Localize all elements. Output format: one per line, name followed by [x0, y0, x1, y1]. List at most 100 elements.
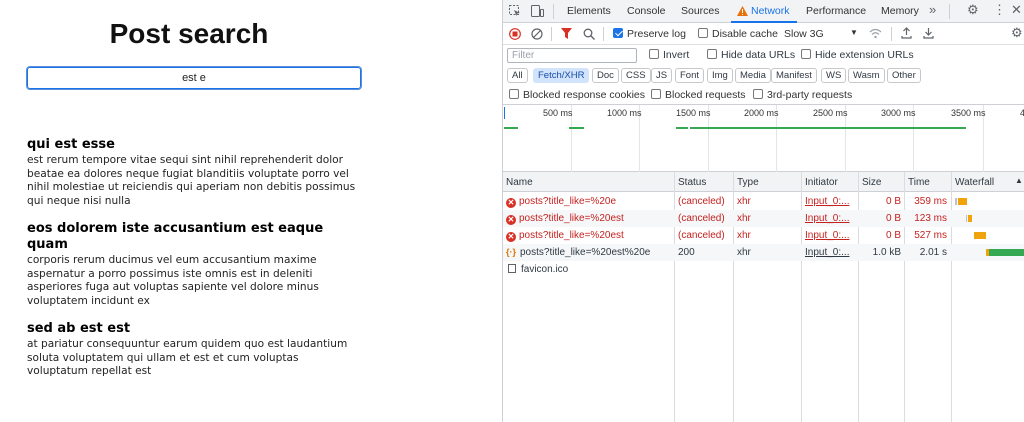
tab-memory[interactable]: Memory	[881, 5, 919, 17]
initiator-link[interactable]: Input_0:...	[805, 193, 849, 210]
request-row[interactable]: {·} posts?title_like=%20est%20e 200 xhr I…	[503, 244, 1024, 261]
type-chip-other[interactable]: Other	[887, 68, 921, 83]
devtools-tabbar: Elements Console Sources Network Perform…	[503, 0, 1024, 23]
chevron-down-icon: ▼	[850, 28, 858, 37]
request-row[interactable]: ✕ posts?title_like=%20est (canceled) xhr …	[503, 210, 1024, 227]
request-row[interactable]: ✕ posts?title_like=%20est (canceled) xhr …	[503, 227, 1024, 244]
timeline-bar	[676, 127, 688, 129]
page-title: Post search	[109, 18, 269, 49]
search-icon[interactable]	[583, 28, 595, 42]
waterfall-bar	[958, 198, 967, 205]
timeline-tick: 2500 ms	[813, 108, 848, 118]
disable-cache-checkbox[interactable]: Disable cache	[698, 28, 778, 40]
waterfall-bar	[968, 215, 972, 222]
error-icon: ✕	[506, 232, 516, 242]
type-chip-media[interactable]: Media	[735, 68, 771, 83]
blocked-requests-checkbox[interactable]: Blocked requests	[651, 89, 746, 101]
hide-data-urls-checkbox[interactable]: Hide data URLs	[707, 49, 795, 61]
timeline-overview[interactable]: 500 ms 1000 ms 1500 ms 2000 ms 2500 ms 3…	[503, 105, 1024, 172]
timeline-tick: 3500 ms	[951, 108, 986, 118]
post-item: sed ab est est at pariatur consequuntur …	[27, 321, 357, 379]
request-row[interactable]: ✕ posts?title_like=%20e (canceled) xhr In…	[503, 193, 1024, 210]
post-title: sed ab est est	[27, 321, 131, 336]
timeline-tick: 2000 ms	[744, 108, 779, 118]
post-title: qui est esse	[27, 137, 115, 152]
more-tabs-icon[interactable]: »	[929, 3, 936, 16]
tab-sources[interactable]: Sources	[681, 5, 720, 17]
filter-bar: Filter Invert Hide data URLs Hide extens…	[503, 45, 1024, 65]
sort-up-icon[interactable]: ▲	[1015, 176, 1023, 185]
request-row[interactable]: favicon.ico	[503, 261, 1024, 278]
post-item: qui est esse est rerum tempore vitae seq…	[27, 137, 357, 208]
tab-elements[interactable]: Elements	[567, 5, 611, 17]
type-filter-bar: All Fetch/XHR Doc CSS JS Font Img Media …	[503, 66, 1024, 86]
initiator-link[interactable]: Input_0:...	[805, 244, 849, 261]
column-status[interactable]: Status	[678, 177, 706, 188]
download-icon[interactable]	[923, 27, 934, 41]
gear-icon[interactable]: ⚙	[967, 3, 979, 16]
initiator-link[interactable]: Input_0:...	[805, 210, 849, 227]
invert-checkbox[interactable]: Invert	[649, 49, 689, 61]
xhr-icon: {·}	[506, 247, 517, 257]
post-item: eos dolorem iste accusantium est eaque q…	[27, 221, 357, 308]
column-initiator[interactable]: Initiator	[805, 177, 838, 188]
timeline-cursor	[504, 107, 505, 119]
type-chip-doc[interactable]: Doc	[592, 68, 619, 83]
post-body: corporis rerum ducimus vel eum accusanti…	[27, 254, 319, 307]
filter-funnel-icon[interactable]	[561, 28, 572, 42]
tab-console[interactable]: Console	[627, 5, 666, 17]
tab-network[interactable]: Network	[751, 5, 790, 17]
post-search-app: Post search qui est esse est rerum tempo…	[0, 0, 502, 422]
error-icon: ✕	[506, 198, 516, 208]
type-chip-ws[interactable]: WS	[821, 68, 847, 83]
timeline-bar	[569, 127, 584, 129]
blocked-options-bar: Blocked response cookies Blocked request…	[503, 86, 1024, 105]
throttle-select[interactable]: Slow 3G ▼	[784, 28, 858, 40]
error-icon: ✕	[506, 215, 516, 225]
timeline-bar	[690, 127, 966, 129]
request-table-header: Name Status Type Initiator Size Time Wat…	[503, 172, 1024, 192]
waterfall-bar	[974, 232, 986, 239]
post-body: at pariatur consequuntur earum quidem qu…	[27, 338, 348, 377]
post-body: est rerum tempore vitae sequi sint nihil…	[27, 154, 356, 207]
timeline-tick: 3000 ms	[881, 108, 916, 118]
upload-icon[interactable]	[901, 27, 912, 41]
type-chip-css[interactable]: CSS	[621, 68, 651, 83]
record-stop-icon[interactable]	[509, 28, 521, 42]
warning-icon	[737, 6, 748, 18]
column-size[interactable]: Size	[862, 177, 881, 188]
close-icon[interactable]: ✕	[1011, 3, 1022, 16]
device-toolbar-icon[interactable]	[531, 5, 544, 19]
search-input[interactable]	[26, 66, 362, 90]
clear-icon[interactable]	[531, 28, 543, 42]
network-toolbar: Preserve log Disable cache Slow 3G ▼ ⚙	[503, 23, 1024, 45]
type-chip-js[interactable]: JS	[651, 68, 673, 83]
post-title: eos dolorem iste accusantium est eaque q…	[27, 221, 324, 252]
preserve-log-checkbox[interactable]: Preserve log	[613, 28, 686, 40]
filter-input[interactable]: Filter	[507, 48, 637, 63]
initiator-link[interactable]: Input_0:...	[805, 227, 849, 244]
column-time[interactable]: Time	[908, 177, 930, 188]
waterfall-bar-download	[989, 249, 1024, 256]
type-chip-wasm[interactable]: Wasm	[848, 68, 885, 83]
type-chip-manifest[interactable]: Manifest	[771, 68, 817, 83]
column-waterfall[interactable]: Waterfall	[955, 177, 994, 188]
type-chip-all[interactable]: All	[507, 68, 528, 83]
more-options-icon[interactable]: ⋮	[993, 3, 1006, 16]
type-chip-fetch-xhr[interactable]: Fetch/XHR	[533, 68, 590, 83]
network-settings-gear-icon[interactable]: ⚙	[1011, 26, 1023, 39]
type-chip-img[interactable]: Img	[707, 68, 733, 83]
timeline-tick: 1500 ms	[676, 108, 711, 118]
document-icon	[508, 264, 516, 273]
timeline-tick: 500 ms	[543, 108, 573, 118]
network-conditions-icon[interactable]	[869, 28, 882, 41]
column-type[interactable]: Type	[737, 177, 759, 188]
blocked-response-cookies-checkbox[interactable]: Blocked response cookies	[509, 89, 645, 101]
tab-performance[interactable]: Performance	[806, 5, 866, 17]
column-name[interactable]: Name	[506, 177, 533, 188]
type-chip-font[interactable]: Font	[675, 68, 705, 83]
inspect-element-icon[interactable]	[509, 5, 521, 19]
timeline-bar	[504, 127, 518, 129]
hide-extension-urls-checkbox[interactable]: Hide extension URLs	[801, 49, 914, 61]
third-party-requests-checkbox[interactable]: 3rd-party requests	[753, 89, 852, 101]
